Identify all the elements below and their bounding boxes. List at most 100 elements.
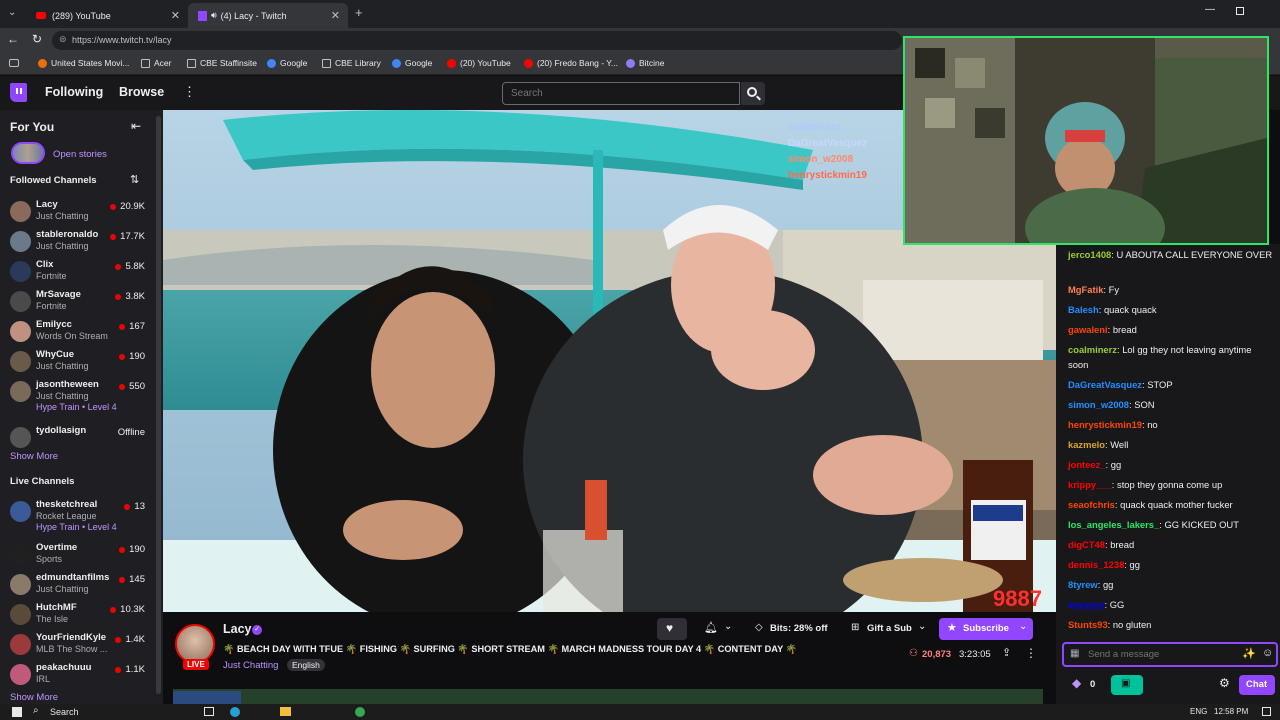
- share-icon[interactable]: ⇪: [1002, 646, 1011, 659]
- tab-close-icon[interactable]: ✕: [331, 9, 340, 22]
- chrome-icon[interactable]: [355, 707, 365, 717]
- bits-button[interactable]: ◇ Bits: 28% off: [743, 618, 839, 640]
- twitch-logo-icon[interactable]: [10, 83, 27, 102]
- audio-playing-icon[interactable]: 🔊︎: [211, 10, 217, 21]
- chat-username[interactable]: gawaleni: [1068, 324, 1108, 335]
- chat-settings-icon[interactable]: ⚙: [1219, 676, 1230, 690]
- show-more-followed[interactable]: Show More: [10, 451, 58, 462]
- emote-picker-icon[interactable]: ☺: [1262, 647, 1273, 659]
- sidebar-channel-5[interactable]: WhyCue Just Chatting 190: [0, 347, 160, 377]
- sidebar-channel-2[interactable]: Clix Fortnite 5.8K: [0, 257, 160, 287]
- sidebar-channel-7[interactable]: tydollasign Offline: [0, 423, 160, 453]
- language-tag[interactable]: English: [287, 659, 325, 671]
- tab-close-icon[interactable]: ✕: [171, 9, 180, 22]
- category-link[interactable]: Just Chatting: [223, 660, 278, 671]
- chat-username[interactable]: MgFatik: [1068, 284, 1103, 295]
- file-explorer-icon[interactable]: [280, 707, 291, 716]
- taskbar-search[interactable]: Search: [50, 707, 79, 717]
- chat-username[interactable]: digCT48: [1068, 539, 1105, 550]
- chat-username[interactable]: 8tyrew: [1068, 579, 1098, 590]
- sidebar-live-channel-2[interactable]: edmundtanfilms Just Chatting 145: [0, 570, 160, 600]
- maximize-icon[interactable]: [1236, 7, 1244, 15]
- search-icon[interactable]: ⌕: [33, 705, 39, 716]
- bookmark-item[interactable]: Acer: [141, 58, 171, 68]
- chat-username[interactable]: simon_w2008: [1068, 399, 1129, 410]
- points-claim-button[interactable]: ▣: [1111, 675, 1143, 695]
- chat-username[interactable]: henrystickmin19: [1068, 419, 1142, 430]
- streamer-avatar[interactable]: [175, 624, 215, 664]
- minimize-icon[interactable]: —: [1205, 4, 1215, 15]
- chat-username[interactable]: jerco1408: [1068, 249, 1111, 260]
- sidebar-live-channel-5[interactable]: peakachuuu IRL 1.1K: [0, 660, 160, 690]
- bookmark-item[interactable]: United States Movi...: [38, 58, 129, 68]
- sidebar-scrollbar[interactable]: [156, 116, 161, 694]
- chat-message: dennis_1238: gg: [1068, 557, 1273, 572]
- back-arrow-icon[interactable]: ←: [7, 32, 19, 46]
- more-options-icon[interactable]: ⋮: [1025, 646, 1037, 660]
- bookmark-item[interactable]: CBE Staffinsite: [187, 58, 257, 68]
- tab-youtube[interactable]: (289) YouTube ✕: [26, 3, 188, 28]
- tab-list-chevron-icon[interactable]: ⌄: [8, 7, 16, 18]
- reading-list-icon[interactable]: [9, 59, 19, 67]
- sidebar-channel-6[interactable]: jasontheween Just Chatting 550 Hype Train •…: [0, 377, 160, 412]
- channel-points-icon[interactable]: ◆: [1072, 676, 1081, 690]
- windows-start-icon[interactable]: [12, 707, 22, 717]
- site-info-icon[interactable]: ⊜: [59, 34, 67, 45]
- chat-username[interactable]: seaofchris: [1068, 499, 1115, 510]
- language-indicator[interactable]: ENG: [1190, 707, 1207, 716]
- chat-username[interactable]: ayyyyyy: [1068, 599, 1105, 610]
- search-input[interactable]: [502, 82, 740, 105]
- reload-icon[interactable]: ↻: [32, 32, 42, 46]
- collapse-sidebar-icon[interactable]: ⇤: [131, 119, 141, 133]
- bookmark-item[interactable]: Google: [267, 58, 307, 68]
- chat-username[interactable]: kazmelo: [1068, 439, 1105, 450]
- subscribe-button[interactable]: ★ Subscribe ⌄: [939, 618, 1033, 640]
- channel-category: Fortnite: [36, 271, 67, 281]
- show-more-live[interactable]: Show More: [10, 692, 58, 703]
- edge-icon[interactable]: [230, 707, 240, 717]
- nav-browse[interactable]: Browse: [119, 85, 164, 99]
- sidebar-channel-3[interactable]: MrSavage Fortnite 3.8K: [0, 287, 160, 317]
- open-stories-link[interactable]: Open stories: [53, 149, 107, 160]
- sort-icon[interactable]: ⇅: [130, 173, 139, 186]
- more-options-icon[interactable]: ⋮: [183, 84, 196, 100]
- notification-icon[interactable]: [1262, 707, 1271, 716]
- bookmark-item[interactable]: (20) YouTube: [447, 58, 511, 68]
- url-field[interactable]: ⊜ https://www.twitch.tv/lacy: [52, 31, 902, 50]
- new-tab-icon[interactable]: +: [355, 5, 363, 20]
- sidebar-live-channel-4[interactable]: YourFriendKyle MLB The Show ... 1.4K: [0, 630, 160, 660]
- sidebar-live-channel-1[interactable]: Overtime Sports 190: [0, 540, 160, 570]
- bookmark-item[interactable]: Google: [392, 58, 432, 68]
- sidebar-channel-1[interactable]: stableronaldo Just Chatting 17.7K: [0, 227, 160, 257]
- chat-send-button[interactable]: Chat: [1239, 675, 1275, 695]
- sidebar-live-channel-3[interactable]: HutchMF The Isle 10.3K: [0, 600, 160, 630]
- sidebar-channel-0[interactable]: Lacy Just Chatting 20.9K: [0, 197, 160, 227]
- chat-input[interactable]: [1088, 647, 1228, 662]
- task-view-icon[interactable]: [204, 707, 214, 716]
- chat-username[interactable]: Balesh: [1068, 304, 1099, 315]
- chat-username[interactable]: jonteez_: [1068, 459, 1106, 470]
- clock[interactable]: 12:58 PM: [1214, 707, 1248, 716]
- gift-sub-button[interactable]: ⊞ Gift a Sub ⌄: [843, 618, 931, 640]
- nav-following[interactable]: Following: [45, 85, 103, 99]
- chat-input-box[interactable]: ▦ ✨ ☺: [1062, 642, 1278, 667]
- bits-icon[interactable]: ▦: [1070, 648, 1079, 659]
- chat-username[interactable]: Stunts93: [1068, 619, 1108, 630]
- bookmark-item[interactable]: CBE Library: [322, 58, 381, 68]
- emote-off-icon[interactable]: ✨: [1242, 647, 1256, 660]
- bookmark-item[interactable]: Bitcine: [626, 58, 665, 68]
- chat-username[interactable]: coalminerz: [1068, 344, 1117, 355]
- chat-username[interactable]: los_angeles_lakers_: [1068, 519, 1159, 530]
- search-button[interactable]: [741, 82, 765, 105]
- chat-username[interactable]: krippy___: [1068, 479, 1112, 490]
- chat-username[interactable]: DaGreatVasquez: [1068, 379, 1142, 390]
- follow-button[interactable]: ♥: [657, 618, 687, 640]
- chat-username[interactable]: dennis_1238: [1068, 559, 1124, 570]
- stories-avatar[interactable]: [11, 142, 45, 164]
- bookmark-item[interactable]: (20) Fredo Bang - Y...: [524, 58, 618, 68]
- sidebar-channel-4[interactable]: Emilycc Words On Stream 167: [0, 317, 160, 347]
- notifications-button[interactable]: 🔔︎ ⌄: [693, 618, 737, 640]
- streamer-name[interactable]: Lacy: [223, 622, 252, 636]
- sidebar-live-channel-0[interactable]: thesketchreal Rocket League 13 Hype Train •…: [0, 497, 160, 532]
- tab-twitch[interactable]: 🔊︎ (4) Lacy - Twitch ✕: [188, 3, 348, 28]
